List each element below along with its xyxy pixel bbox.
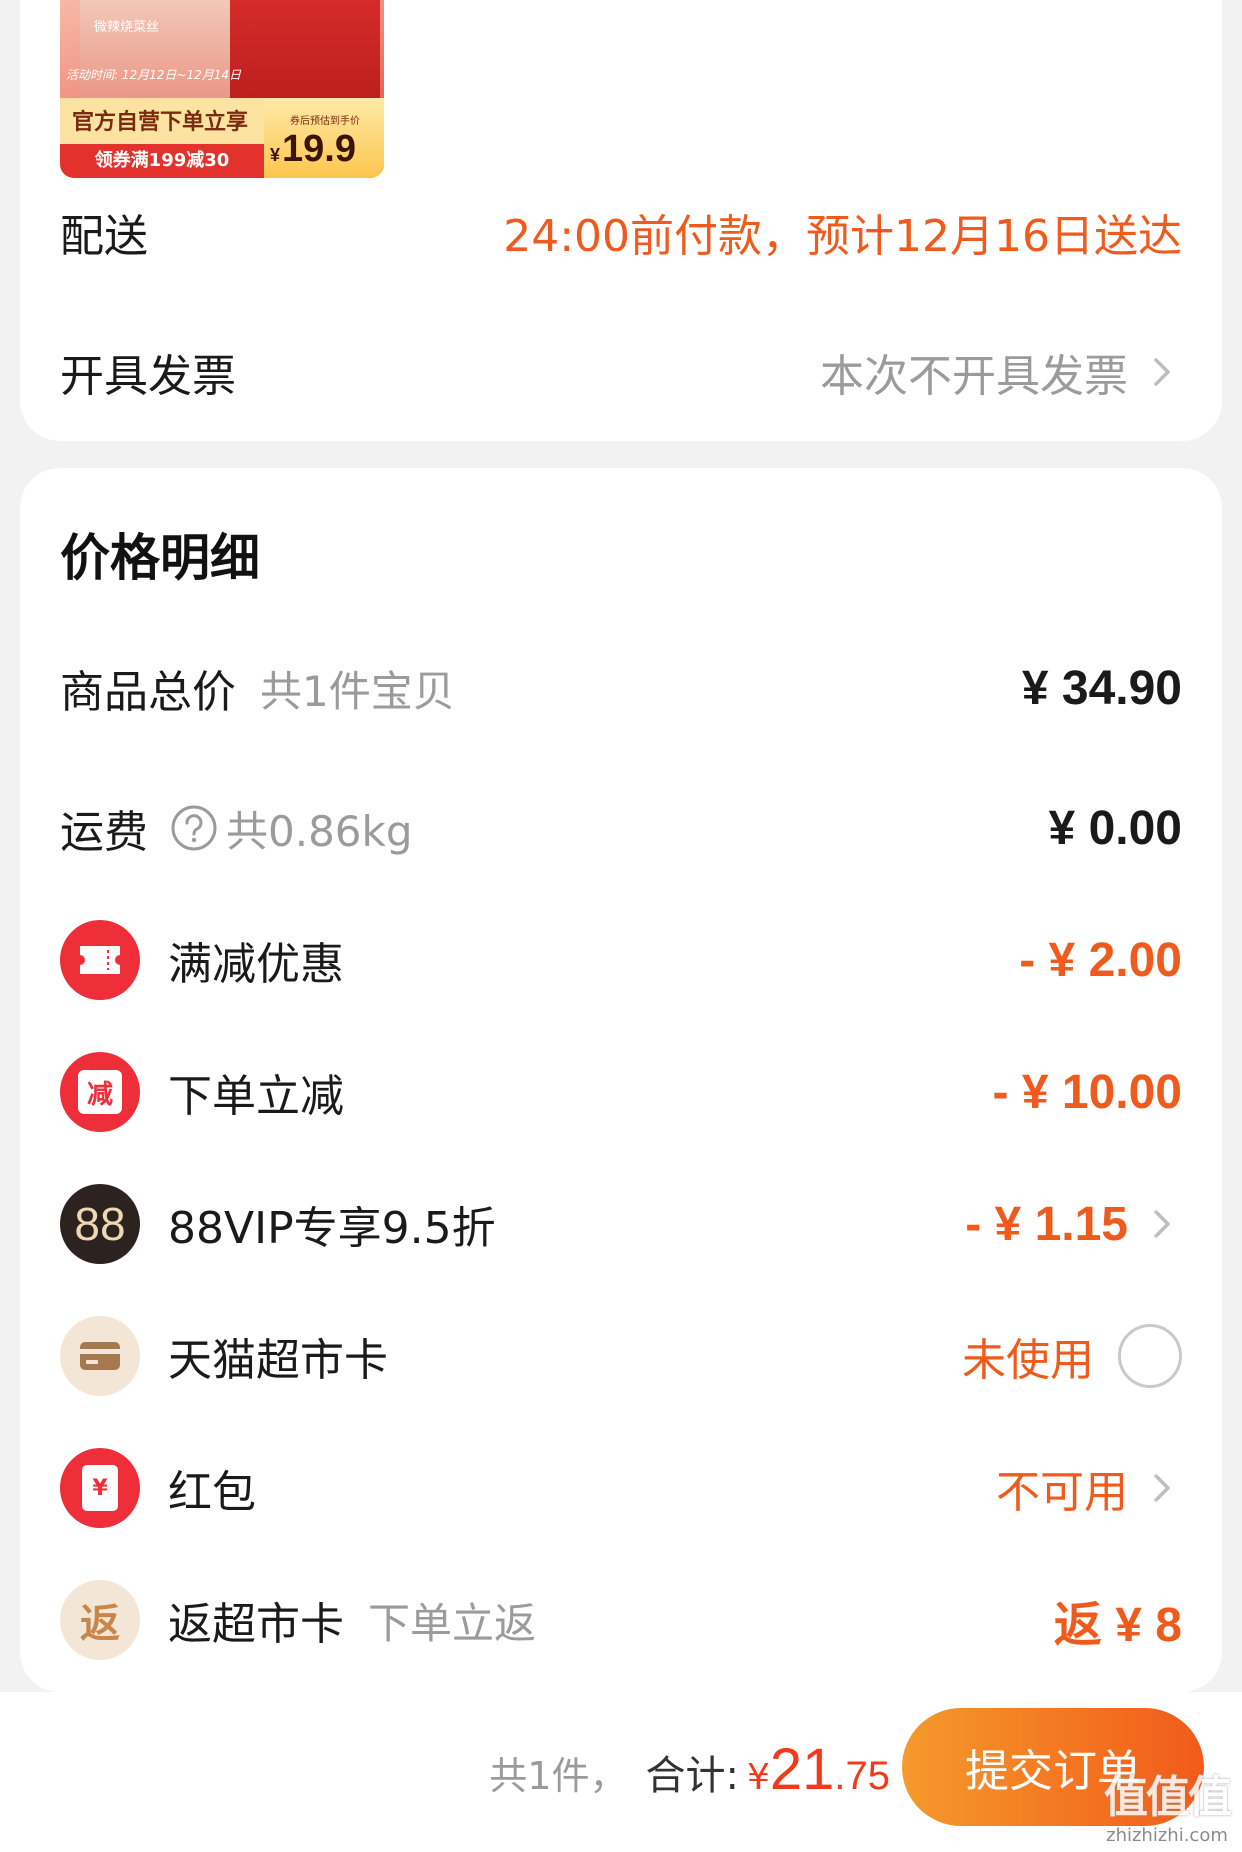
- delivery-label: 配送: [60, 211, 148, 262]
- order-summary: 共1件， 合计: ¥ 21 .75: [489, 1736, 890, 1803]
- product-price-symbol: ¥: [270, 145, 281, 165]
- rebate-sub: 下单立返: [368, 1598, 537, 1648]
- card-icon: [60, 1316, 140, 1396]
- product-price: ¥19.9: [270, 128, 356, 171]
- shipping-row: 运费 共0.86kg ¥ 0.00: [60, 788, 1182, 868]
- chevron-right-icon: [1154, 1210, 1170, 1238]
- chevron-right-icon: [1154, 358, 1170, 386]
- full-reduction-value: - ¥ 2.00: [1019, 933, 1182, 987]
- order-reduction-value: - ¥ 10.00: [992, 1065, 1182, 1119]
- goods-total-count: 共1件宝贝: [260, 666, 455, 716]
- rebate-icon: 返: [60, 1580, 140, 1660]
- order-reduction-label: 下单立减: [168, 1071, 344, 1122]
- full-reduction-row: 满减优惠 - ¥ 2.00: [60, 920, 1182, 1000]
- product-activity-time: 活动时间: 12月12日~12月14日: [66, 68, 241, 82]
- invoice-value: 本次不开具发票: [820, 351, 1128, 402]
- vip-discount-value: - ¥ 1.15: [965, 1197, 1128, 1251]
- coupon-ticket-icon: [60, 920, 140, 1000]
- red-packet-row[interactable]: ¥ 红包 不可用: [60, 1448, 1182, 1528]
- product-thumbnail[interactable]: 微辣烧菜丝 活动时间: 12月12日~12月14日 官方自营下单立享 领券满19…: [60, 0, 384, 178]
- site-watermark: 值值值 zhizhizhi.com: [1104, 1761, 1232, 1846]
- order-reduction-row: 减 下单立减 - ¥ 10.00: [60, 1052, 1182, 1132]
- goods-total-value: ¥ 34.90: [1021, 661, 1182, 715]
- vip-discount-label: 88VIP专享9.5折: [168, 1203, 496, 1254]
- total-currency: ¥: [746, 1757, 770, 1798]
- total-decimal: .75: [834, 1754, 890, 1798]
- price-detail-title: 价格明细: [60, 529, 260, 587]
- reduction-badge-char: 减: [78, 1070, 122, 1114]
- rebate-row: 返 返超市卡 下单立返 返 ¥ 8: [60, 1580, 1182, 1660]
- help-icon[interactable]: [170, 804, 218, 852]
- red-packet-icon-char: ¥: [82, 1465, 118, 1511]
- checkout-bar: 共1件， 合计: ¥ 21 .75 提交订单 值值值 zhizhizhi.com: [0, 1692, 1242, 1852]
- shipping-value: ¥ 0.00: [1048, 801, 1182, 855]
- total-integer: 21: [769, 1737, 835, 1802]
- market-card-row: 天猫超市卡 未使用: [60, 1316, 1182, 1396]
- total-label: 合计:: [645, 1753, 739, 1799]
- market-card-radio[interactable]: [1118, 1324, 1182, 1388]
- order-info-card: 微辣烧菜丝 活动时间: 12月12日~12月14日 官方自营下单立享 领券满19…: [20, 0, 1222, 441]
- vip-discount-row[interactable]: 88 88VIP专享9.5折 - ¥ 1.15: [60, 1184, 1182, 1264]
- goods-total-label: 商品总价: [60, 667, 236, 718]
- promo-band: 官方自营下单立享 领券满199减30 券后预估到手价 ¥19.9: [60, 98, 384, 178]
- product-bag-text: 微辣烧菜丝: [94, 20, 160, 35]
- vip-88-icon: 88: [60, 1184, 140, 1264]
- reduction-badge-icon: 减: [60, 1052, 140, 1132]
- goods-total-row: 商品总价 共1件宝贝 ¥ 34.90: [60, 648, 1182, 728]
- red-packet-status: 不可用: [996, 1467, 1128, 1518]
- promo-line-2: 领券满199减30: [60, 144, 264, 178]
- invoice-label: 开具发票: [60, 351, 236, 402]
- red-packet-label: 红包: [168, 1467, 256, 1518]
- delivery-value: 24:00前付款，预计12月16日送达: [503, 211, 1182, 262]
- watermark-url: zhizhizhi.com: [1106, 1825, 1228, 1846]
- product-price-subtitle: 券后预估到手价: [290, 116, 360, 127]
- product-price-value: 19.9: [282, 128, 356, 170]
- promo-line-1: 官方自营下单立享: [72, 110, 249, 135]
- red-packet-icon: ¥: [60, 1448, 140, 1528]
- price-detail-card: 价格明细 商品总价 共1件宝贝 ¥ 34.90 运费 共0.86kg ¥ 0.0…: [20, 468, 1222, 1692]
- promo-band-left: 官方自营下单立享 领券满199减30: [60, 98, 264, 178]
- chevron-right-icon: [1154, 1474, 1170, 1502]
- market-card-status: 未使用: [962, 1335, 1094, 1386]
- item-count: 共1件，: [489, 1754, 628, 1798]
- shipping-label: 运费: [60, 807, 148, 858]
- rebate-value: 返 ¥ 8: [1053, 1599, 1182, 1652]
- watermark-logo: 值值值: [1104, 1772, 1232, 1823]
- shipping-weight: 共0.86kg: [226, 806, 413, 856]
- rebate-label: 返超市卡: [168, 1599, 344, 1650]
- delivery-row: 配送 24:00前付款，预计12月16日送达: [60, 192, 1182, 272]
- invoice-row[interactable]: 开具发票 本次不开具发票: [60, 332, 1182, 412]
- market-card-label: 天猫超市卡: [168, 1335, 388, 1386]
- full-reduction-label: 满减优惠: [168, 939, 344, 990]
